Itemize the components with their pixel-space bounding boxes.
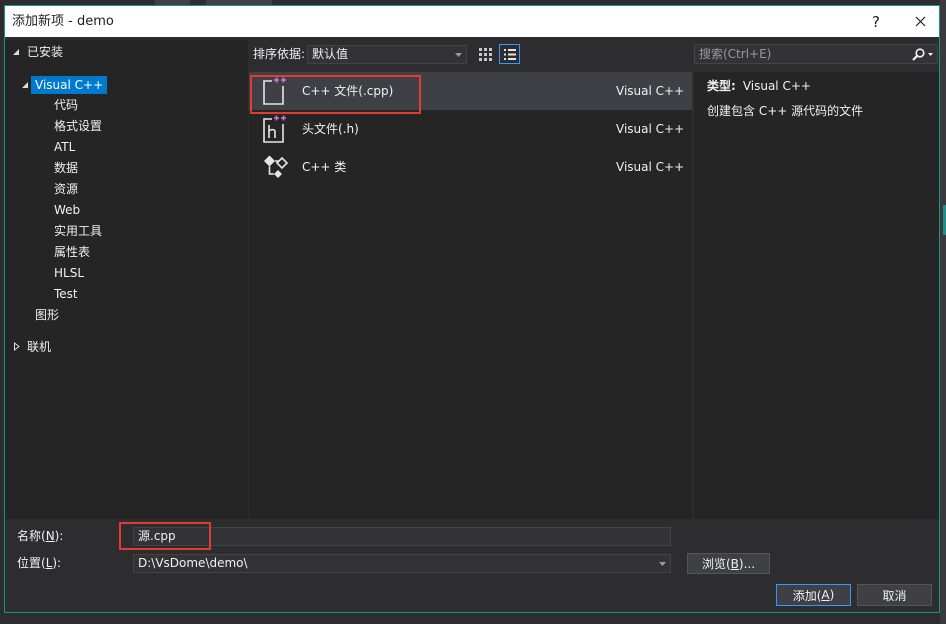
name-input[interactable]: 源.cpp: [133, 527, 671, 546]
dialog-title: 添加新项 - demo: [12, 14, 114, 29]
add-new-item-dialog: 添加新项 - demo ? 已安装 Visual C++ 代码 格式设置 ATL…: [4, 5, 940, 613]
template-details-panel: 类型: Visual C++ 创建包含 C++ 源代码的文件: [694, 72, 939, 519]
dialog-title-bar: 添加新项 - demo ?: [5, 6, 939, 37]
template-type: Visual C++: [616, 122, 685, 136]
chevron-down-icon[interactable]: [928, 53, 935, 57]
template-category-tree: 已安装 Visual C++ 代码 格式设置 ATL 数据 资源 Web 实用工…: [5, 40, 248, 519]
tree-node-online[interactable]: 联机: [5, 338, 248, 356]
tree-node-code[interactable]: 代码: [5, 96, 248, 114]
search-placeholder: 搜索(Ctrl+E): [699, 47, 772, 61]
template-type-row: 类型: Visual C++: [707, 77, 811, 95]
tree-node-visual-cpp[interactable]: Visual C++: [5, 76, 248, 94]
tree-node-label: Web: [54, 203, 81, 217]
location-dropdown[interactable]: D:\VsDome\demo\: [133, 554, 671, 573]
close-button[interactable]: [908, 6, 932, 37]
chevron-down-icon: [455, 53, 462, 57]
template-type: Visual C++: [616, 160, 685, 174]
close-icon: [915, 16, 926, 27]
expanded-arrow-icon[interactable]: [12, 48, 20, 57]
tree-node-label: Visual C++: [31, 76, 108, 94]
tree-node-label: 联机: [27, 340, 52, 354]
template-item-header-file[interactable]: 头文件(.h) Visual C++: [249, 110, 692, 148]
list-view-icon: [503, 48, 516, 60]
tree-node-label: 代码: [54, 98, 79, 112]
template-name: C++ 类: [302, 160, 347, 174]
tree-node-property-sheets[interactable]: 属性表: [5, 243, 248, 261]
chevron-down-icon[interactable]: [659, 562, 666, 566]
tree-node-label: 已安装: [27, 45, 64, 59]
tree-node-label: 格式设置: [54, 119, 103, 133]
tree-node-label: 数据: [54, 161, 79, 175]
tree-node-atl[interactable]: ATL: [5, 138, 248, 156]
browse-button[interactable]: 浏览(B)...: [687, 553, 770, 574]
tree-node-test[interactable]: Test: [5, 285, 248, 303]
template-type-label: 类型:: [707, 79, 736, 93]
cancel-button[interactable]: 取消: [857, 584, 932, 606]
tree-node-utility[interactable]: 实用工具: [5, 222, 248, 240]
template-name: 头文件(.h): [302, 122, 359, 136]
tree-node-installed[interactable]: 已安装: [5, 43, 248, 61]
tree-node-formatting[interactable]: 格式设置: [5, 117, 248, 135]
tree-node-label: 实用工具: [54, 224, 103, 238]
name-input-value: 源.cpp: [138, 529, 176, 543]
grid-view-icon: [478, 47, 492, 61]
cpp-class-icon: [262, 152, 290, 182]
location-label: 位置(L):: [17, 556, 62, 570]
template-type: Visual C++: [616, 84, 685, 98]
help-button[interactable]: ?: [867, 6, 885, 37]
tree-node-label: 资源: [54, 182, 79, 196]
tree-node-label: 图形: [35, 308, 60, 322]
template-item-cpp-file[interactable]: C++ 文件(.cpp) Visual C++: [249, 72, 692, 110]
sort-dropdown[interactable]: 默认值: [307, 45, 467, 64]
list-view-button[interactable]: [499, 44, 520, 64]
tree-node-hlsl[interactable]: HLSL: [5, 264, 248, 282]
tree-node-label: HLSL: [54, 266, 85, 280]
sort-label: 排序依据:: [253, 47, 306, 61]
template-description-text: 创建包含 C++ 源代码的文件: [707, 104, 864, 118]
tree-node-data[interactable]: 数据: [5, 159, 248, 177]
template-list: C++ 文件(.cpp) Visual C++ 头文件(.h) Visual C…: [249, 72, 692, 519]
cpp-file-icon: [262, 76, 290, 106]
tree-node-label: Test: [54, 287, 78, 301]
template-type-value: Visual C++: [742, 79, 811, 93]
sort-dropdown-value: 默认值: [312, 47, 349, 61]
grid-view-button[interactable]: [476, 45, 494, 63]
expanded-arrow-icon[interactable]: [21, 81, 29, 90]
location-value: D:\VsDome\demo\: [138, 556, 248, 570]
template-description: 创建包含 C++ 源代码的文件: [707, 102, 863, 120]
add-new-item-screen: 添加新项 - demo ? 已安装 Visual C++ 代码 格式设置 ATL…: [0, 0, 946, 624]
tree-node-web[interactable]: Web: [5, 201, 248, 219]
name-label: 名称(N):: [17, 529, 64, 543]
header-file-icon: [262, 114, 290, 144]
tree-node-label: ATL: [54, 140, 76, 154]
template-name: C++ 文件(.cpp): [302, 84, 394, 98]
collapsed-arrow-icon[interactable]: [13, 342, 21, 351]
tree-node-graphics[interactable]: 图形: [5, 306, 248, 324]
template-item-cpp-class[interactable]: C++ 类 Visual C++: [249, 148, 692, 186]
search-input[interactable]: 搜索(Ctrl+E): [694, 44, 938, 64]
search-icon[interactable]: [912, 48, 925, 61]
add-button[interactable]: 添加(A): [776, 584, 851, 606]
ide-backdrop-right: [940, 0, 946, 624]
tree-node-label: 属性表: [54, 245, 91, 259]
tree-node-resource[interactable]: 资源: [5, 180, 248, 198]
